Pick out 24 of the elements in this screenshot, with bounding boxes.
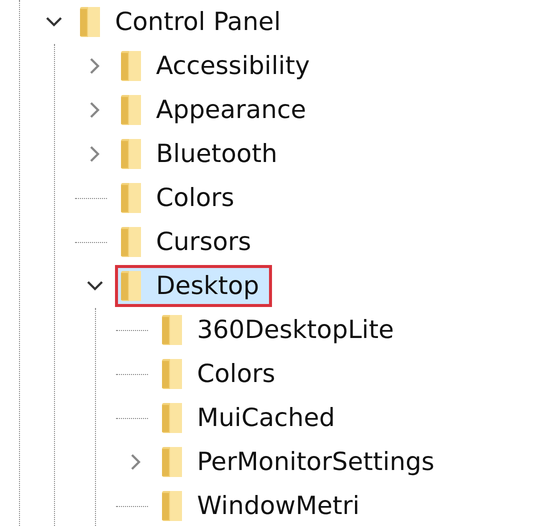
folder-icon — [120, 138, 142, 170]
tree-item[interactable]: MuiCached — [156, 397, 348, 439]
folder-icon — [161, 490, 183, 522]
tree-item[interactable]: PerMonitorSettings — [156, 441, 448, 483]
folder-icon — [161, 358, 183, 390]
folder-icon — [120, 182, 142, 214]
tree-item[interactable]: Accessibility — [115, 45, 323, 87]
tree-item[interactable]: WindowMetri — [156, 485, 373, 526]
tree-item[interactable]: Control Panel — [74, 1, 294, 43]
tree-item[interactable]: Bluetooth — [115, 133, 290, 175]
tree-item[interactable]: 360DesktopLite — [156, 309, 407, 351]
folder-icon — [161, 446, 183, 478]
tree-item[interactable]: Desktop — [115, 265, 272, 307]
folder-icon — [79, 6, 101, 38]
tree-item[interactable]: Colors — [156, 353, 288, 395]
folder-icon — [120, 94, 142, 126]
tree-item[interactable]: Colors — [115, 177, 248, 219]
tree-item[interactable]: Appearance — [115, 89, 320, 131]
folder-icon — [120, 270, 142, 302]
tree-item[interactable]: Cursors — [115, 221, 264, 263]
folder-icon — [161, 402, 183, 434]
folder-icon — [161, 314, 183, 346]
folder-icon — [120, 50, 142, 82]
folder-icon — [120, 226, 142, 258]
